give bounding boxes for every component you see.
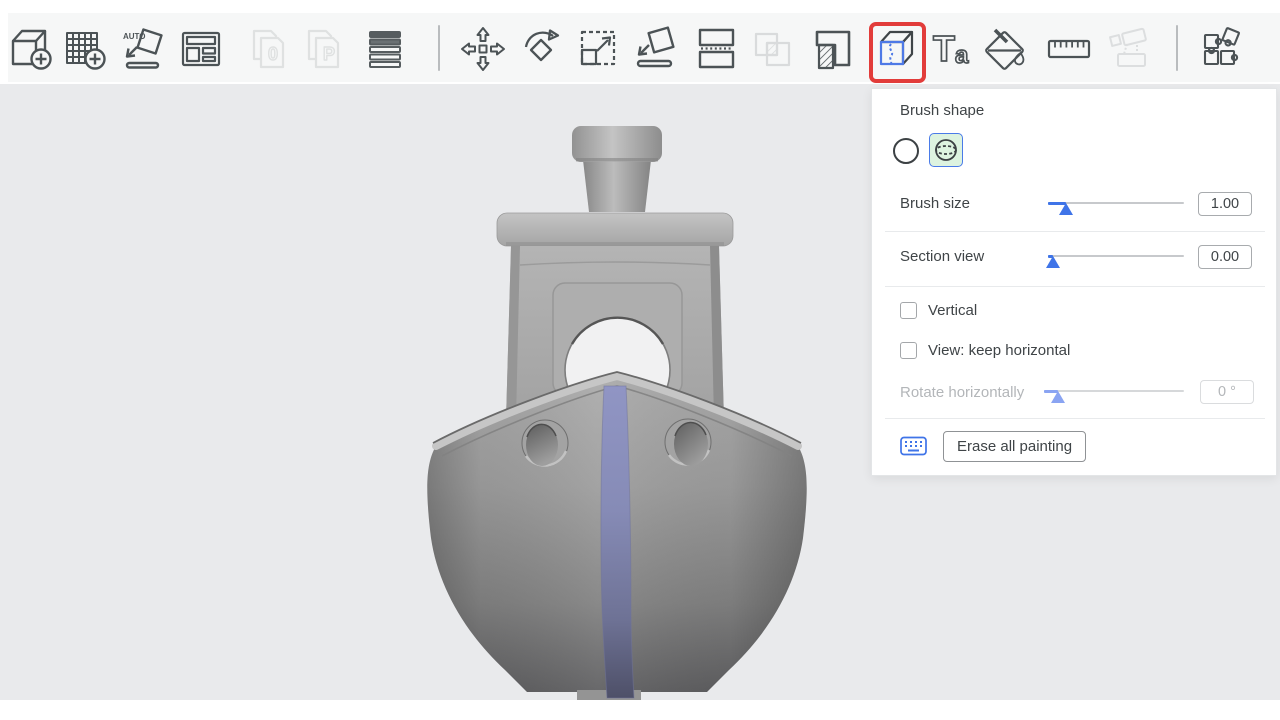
keep-horizontal-checkbox[interactable] (900, 342, 917, 359)
brush-size-value[interactable]: 1.00 (1198, 192, 1252, 216)
benchy-chimney (572, 126, 662, 212)
measure-button[interactable] (1046, 26, 1092, 72)
scale-button[interactable] (576, 26, 622, 72)
brush-size-label: Brush size (900, 195, 970, 212)
section-view-label: Section view (900, 248, 984, 265)
keep-horizontal-label: View: keep horizontal (928, 342, 1070, 359)
rotate-button[interactable] (518, 26, 564, 72)
split-to-parts-button: P (302, 26, 348, 72)
seam-painting-button[interactable] (874, 26, 920, 72)
split-objects-letter: 0 (268, 44, 278, 64)
rotate-horizontally-value: 0 ° (1200, 380, 1254, 404)
variable-layer-height-button[interactable] (362, 26, 408, 72)
color-painting-button[interactable] (982, 26, 1028, 72)
toolbar-separator-1 (438, 25, 440, 71)
benchy-hawse-hole-left (522, 420, 568, 466)
sphere-brush-icon (933, 137, 959, 163)
split-to-objects-button: 0 (247, 26, 293, 72)
vertical-checkbox[interactable] (900, 302, 917, 319)
erase-all-painting-button[interactable]: Erase all painting (943, 431, 1086, 462)
brush-size-slider[interactable] (1048, 193, 1184, 215)
move-button[interactable] (460, 26, 506, 72)
split-parts-letter: P (323, 44, 335, 64)
benchy-cabin-roof (497, 213, 733, 246)
rotate-horizontally-label: Rotate horizontally (900, 384, 1024, 401)
keyboard-shortcuts-icon[interactable] (900, 436, 927, 461)
brush-shape-label: Brush shape (900, 102, 984, 119)
support-painting-button[interactable] (810, 26, 856, 72)
cut-button[interactable] (694, 26, 740, 72)
section-view-value[interactable]: 0.00 (1198, 245, 1252, 269)
panel-divider-1 (885, 231, 1265, 232)
add-plate-button[interactable] (62, 26, 108, 72)
vertical-label: Vertical (928, 302, 977, 319)
brush-shape-circle-option[interactable] (893, 138, 919, 164)
arrange-button[interactable] (178, 26, 224, 72)
auto-orient-button[interactable]: AUTO (120, 26, 166, 72)
place-on-face-button[interactable] (632, 26, 678, 72)
toolbar-separator-2 (1176, 25, 1178, 71)
text-tool-letter-t: T (933, 28, 955, 69)
panel-divider-3 (885, 418, 1265, 419)
brush-shape-sphere-option[interactable] (929, 133, 963, 167)
benchy-model[interactable] (420, 118, 815, 700)
assemble-objects-button[interactable] (1198, 26, 1244, 72)
text-tool-button[interactable]: T a (930, 26, 976, 72)
panel-divider-2 (885, 286, 1265, 287)
section-view-slider[interactable] (1048, 246, 1184, 268)
mesh-boolean-button (750, 26, 796, 72)
add-object-button[interactable] (8, 26, 54, 72)
seam-painting-panel: Brush shape Brush size 1.00 Section view… (871, 88, 1277, 476)
benchy-hawse-hole-right (665, 419, 711, 466)
text-tool-letter-a: a (955, 42, 969, 69)
rotate-horizontally-slider[interactable] (1044, 381, 1184, 403)
assembly-steps-button (1106, 26, 1152, 72)
